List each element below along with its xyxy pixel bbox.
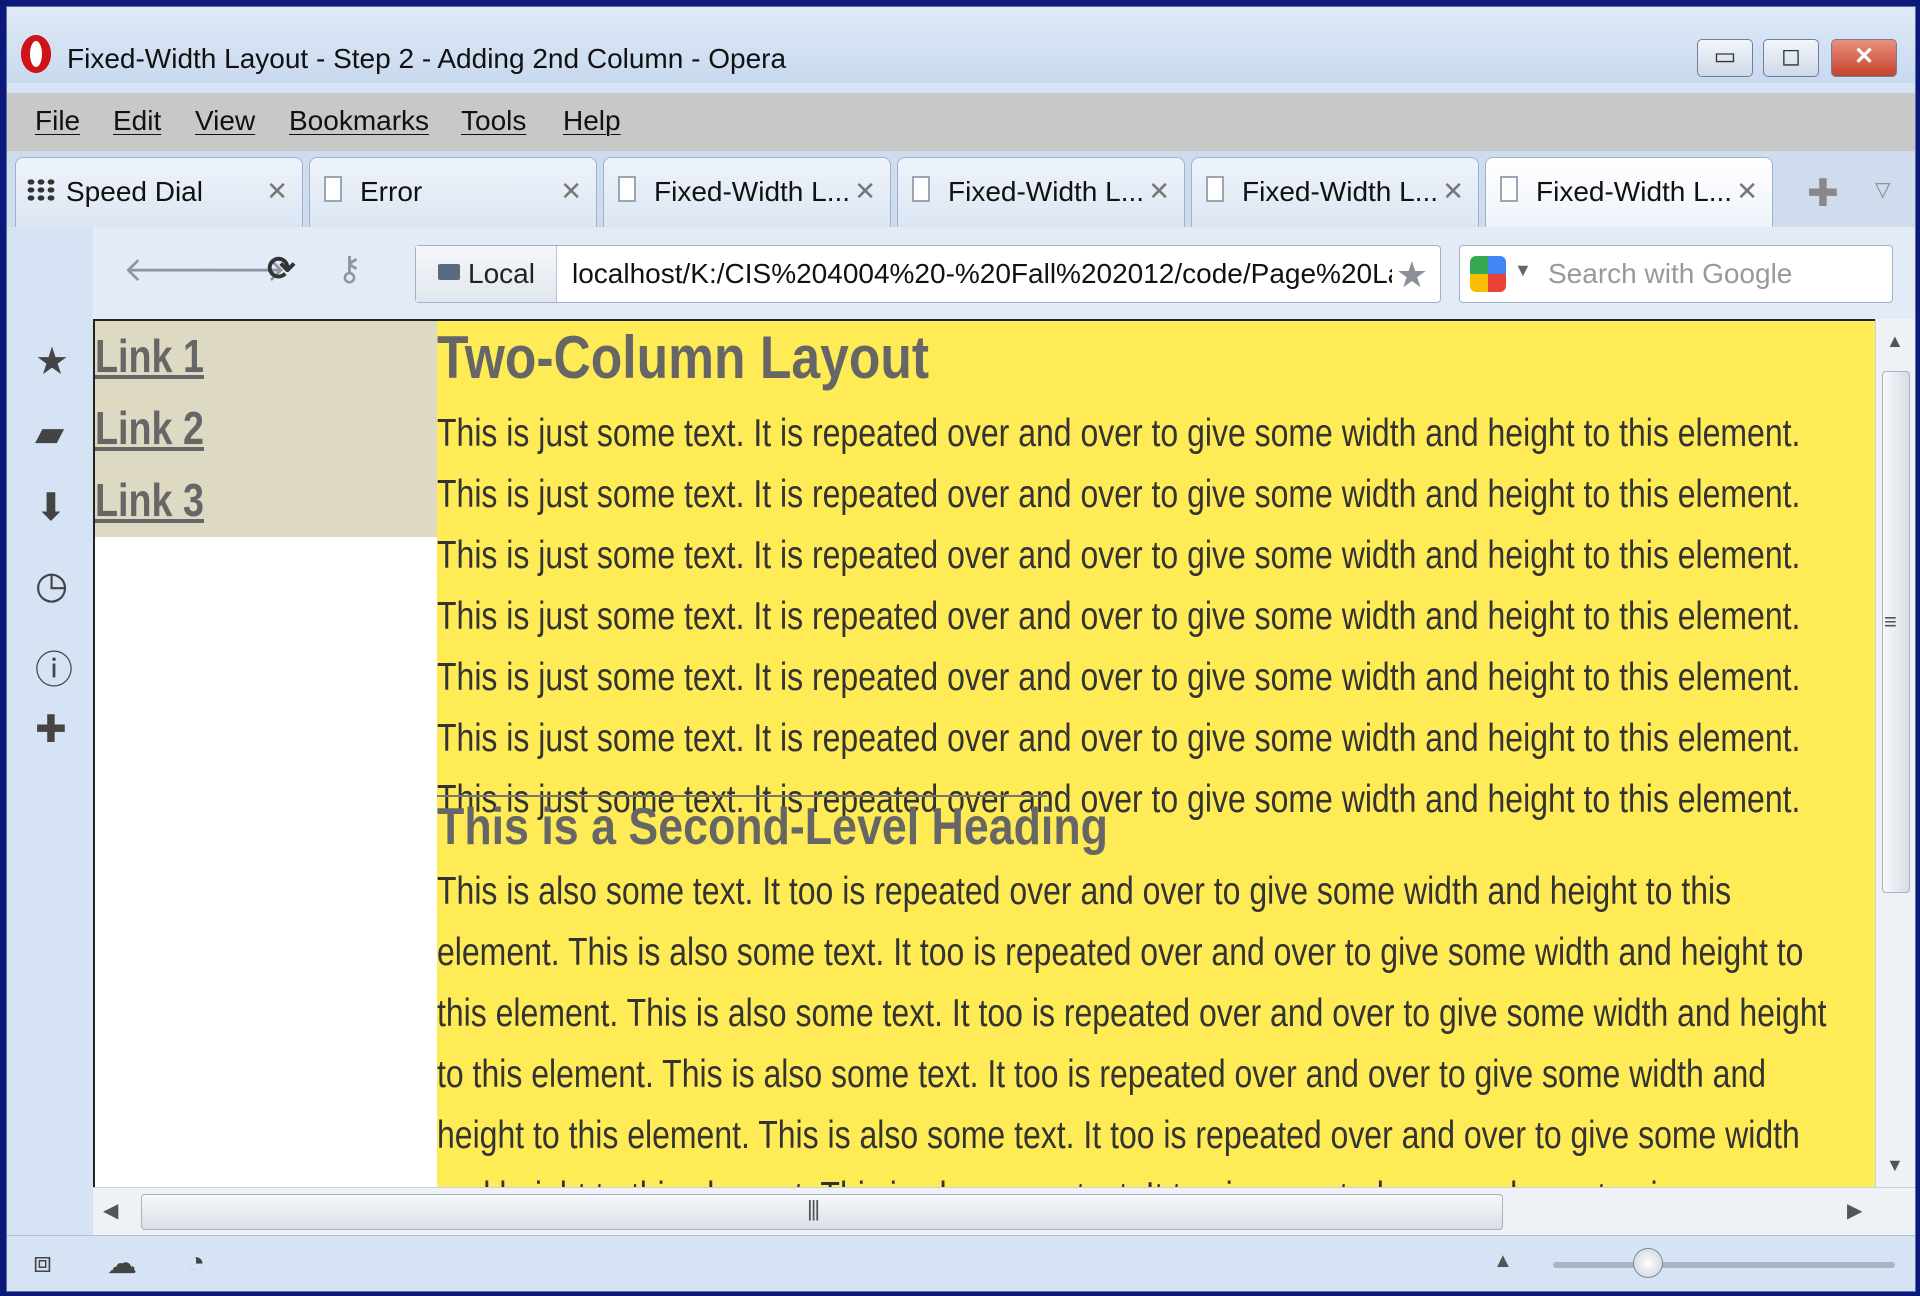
- maximize-button[interactable]: ◻: [1763, 39, 1819, 77]
- menu-view[interactable]: View: [195, 105, 255, 137]
- menu-edit[interactable]: Edit: [113, 105, 161, 137]
- opera-unite-cloud-icon[interactable]: ☁: [107, 1246, 137, 1281]
- panel-sidebar: ★ ▰ ⬇ ◷ ⓘ ✚: [7, 319, 93, 1231]
- tab-speed-dial[interactable]: Speed Dial ✕: [15, 157, 303, 227]
- tab-fixed-width-1[interactable]: Fixed-Width L... ✕: [603, 157, 891, 227]
- vertical-scrollbar[interactable]: ▲ ≡ ▼: [1875, 319, 1915, 1187]
- page-icon: [618, 176, 636, 202]
- nav-link-3[interactable]: Link 3: [95, 473, 204, 527]
- nav-column: Link 1 Link 2 Link 3: [95, 321, 437, 537]
- window-title: Fixed-Width Layout - Step 2 - Adding 2nd…: [67, 43, 787, 74]
- speed-dial-icon: [26, 178, 56, 202]
- tab-label: Fixed-Width L...: [654, 176, 851, 207]
- minimize-button[interactable]: ▭: [1697, 39, 1753, 77]
- address-bar[interactable]: Local localhost/K:/CIS%204004%20-%20Fall…: [415, 245, 1441, 303]
- tab-label: Fixed-Width L...: [1536, 176, 1733, 207]
- tab-close-icon[interactable]: ✕: [854, 176, 876, 207]
- tab-close-icon[interactable]: ✕: [560, 176, 582, 207]
- zoom-slider-track[interactable]: [1553, 1262, 1895, 1268]
- page-icon: [912, 176, 930, 202]
- status-bar: ⧈ ☁ ◔ ▲: [7, 1235, 1915, 1291]
- local-label: Local: [468, 258, 535, 289]
- history-icon[interactable]: ◷: [35, 563, 68, 608]
- close-button[interactable]: ✕: [1831, 39, 1897, 77]
- menu-bookmarks[interactable]: Bookmarks: [289, 105, 429, 137]
- tab-label: Fixed-Width L...: [1242, 176, 1439, 207]
- page-heading: Two-Column Layout: [437, 324, 930, 391]
- page-icon: [1206, 176, 1224, 202]
- scroll-down-arrow-icon[interactable]: ▼: [1886, 1155, 1904, 1176]
- tab-label: Speed Dial: [66, 176, 203, 207]
- tab-fixed-width-3[interactable]: Fixed-Width L... ✕: [1191, 157, 1479, 227]
- info-icon[interactable]: ⓘ: [35, 639, 73, 694]
- title-bar: Fixed-Width Layout - Step 2 - Adding 2nd…: [7, 7, 1915, 83]
- tab-close-icon[interactable]: ✕: [1442, 176, 1464, 207]
- reload-icon[interactable]: ⟳: [267, 249, 296, 289]
- tab-fixed-width-2[interactable]: Fixed-Width L... ✕: [897, 157, 1185, 227]
- page-icon: [1500, 176, 1518, 202]
- navigation-toolbar: 🡐 🡒 ⟳ ⚷ Local localhost/K:/CIS%204004%20…: [93, 227, 1915, 319]
- tab-error[interactable]: Error ✕: [309, 157, 597, 227]
- tab-close-icon[interactable]: ✕: [1148, 176, 1170, 207]
- scroll-grip-icon: ≡: [1884, 609, 1897, 634]
- url-input[interactable]: localhost/K:/CIS%204004%20-%20Fall%20201…: [572, 258, 1392, 290]
- content-column: Two-Column Layout This is just some text…: [437, 321, 1875, 1187]
- zoom-slider-handle[interactable]: [1633, 1248, 1663, 1278]
- paragraph-1: This is just some text. It is repeated o…: [437, 412, 1801, 821]
- scroll-grip-icon: |||: [807, 1196, 820, 1221]
- tab-close-icon[interactable]: ✕: [266, 176, 288, 207]
- browser-window: Fixed-Width Layout - Step 2 - Adding 2nd…: [6, 6, 1916, 1292]
- search-placeholder[interactable]: Search with Google: [1548, 258, 1792, 290]
- nav-link-2[interactable]: Link 2: [95, 401, 204, 455]
- tab-fixed-width-active[interactable]: Fixed-Width L... ✕: [1485, 157, 1773, 227]
- page-icon: [324, 176, 342, 202]
- horizontal-scrollbar[interactable]: ◀ ||| ▶: [93, 1187, 1915, 1236]
- key-icon[interactable]: ⚷: [337, 249, 362, 289]
- tab-label: Fixed-Width L...: [948, 176, 1145, 207]
- downloads-icon[interactable]: ⬇: [35, 485, 67, 530]
- search-engine-dropdown-icon[interactable]: ▼: [1514, 260, 1532, 281]
- opera-logo-icon: [21, 35, 51, 73]
- local-badge[interactable]: Local: [416, 246, 557, 302]
- bookmarks-star-icon[interactable]: ★: [35, 339, 69, 384]
- page-viewport: Link 1 Link 2 Link 3 Two-Column Layout T…: [93, 319, 1875, 1187]
- menu-help[interactable]: Help: [563, 105, 621, 137]
- search-field[interactable]: ▼ Search with Google: [1459, 245, 1893, 303]
- zoom-menu-icon[interactable]: ▲: [1493, 1250, 1513, 1273]
- new-tab-icon[interactable]: ✚: [1807, 171, 1839, 216]
- menu-tools[interactable]: Tools: [461, 105, 526, 137]
- tab-menu-chevron-down-icon[interactable]: ▽: [1875, 177, 1890, 202]
- paragraph-2: This is also some text. It too is repeat…: [437, 870, 1827, 1187]
- tab-label: Error: [360, 176, 423, 207]
- nav-link-1[interactable]: Link 1: [95, 329, 204, 383]
- scroll-up-arrow-icon[interactable]: ▲: [1886, 331, 1904, 352]
- menu-file[interactable]: File: [35, 105, 80, 137]
- google-icon[interactable]: [1470, 256, 1506, 292]
- tab-close-icon[interactable]: ✕: [1736, 176, 1758, 207]
- second-level-heading: This is a Second-Level Heading: [437, 798, 1108, 856]
- horizontal-scroll-thumb[interactable]: [141, 1194, 1503, 1230]
- add-panel-icon[interactable]: ✚: [35, 707, 67, 752]
- scroll-left-arrow-icon[interactable]: ◀: [103, 1198, 118, 1223]
- toggle-panel-icon[interactable]: ⧈: [33, 1246, 52, 1280]
- bookmark-star-icon[interactable]: ★: [1396, 254, 1428, 296]
- notes-icon[interactable]: ▰: [35, 411, 64, 456]
- turbo-gauge-icon[interactable]: ◔: [187, 1246, 205, 1280]
- tab-bar: Speed Dial ✕ Error ✕ Fixed-Width L... ✕ …: [7, 151, 1915, 227]
- scroll-right-arrow-icon[interactable]: ▶: [1847, 1198, 1862, 1223]
- monitor-icon: [438, 264, 460, 280]
- menu-bar: File Edit View Bookmarks Tools Help: [7, 93, 1915, 151]
